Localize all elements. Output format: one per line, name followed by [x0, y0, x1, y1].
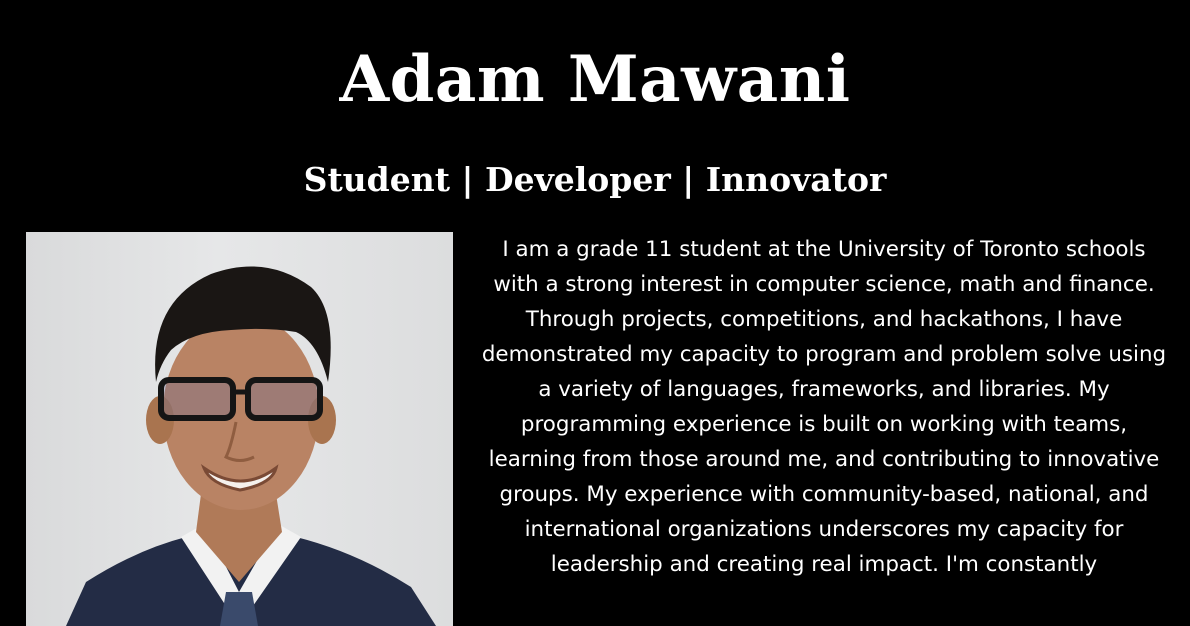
- profile-photo: [26, 232, 453, 626]
- bio-text: I am a grade 11 student at the Universit…: [481, 237, 1167, 577]
- page-title: Adam Mawani: [339, 42, 851, 117]
- tagline: Student | Developer | Innovator: [303, 160, 887, 199]
